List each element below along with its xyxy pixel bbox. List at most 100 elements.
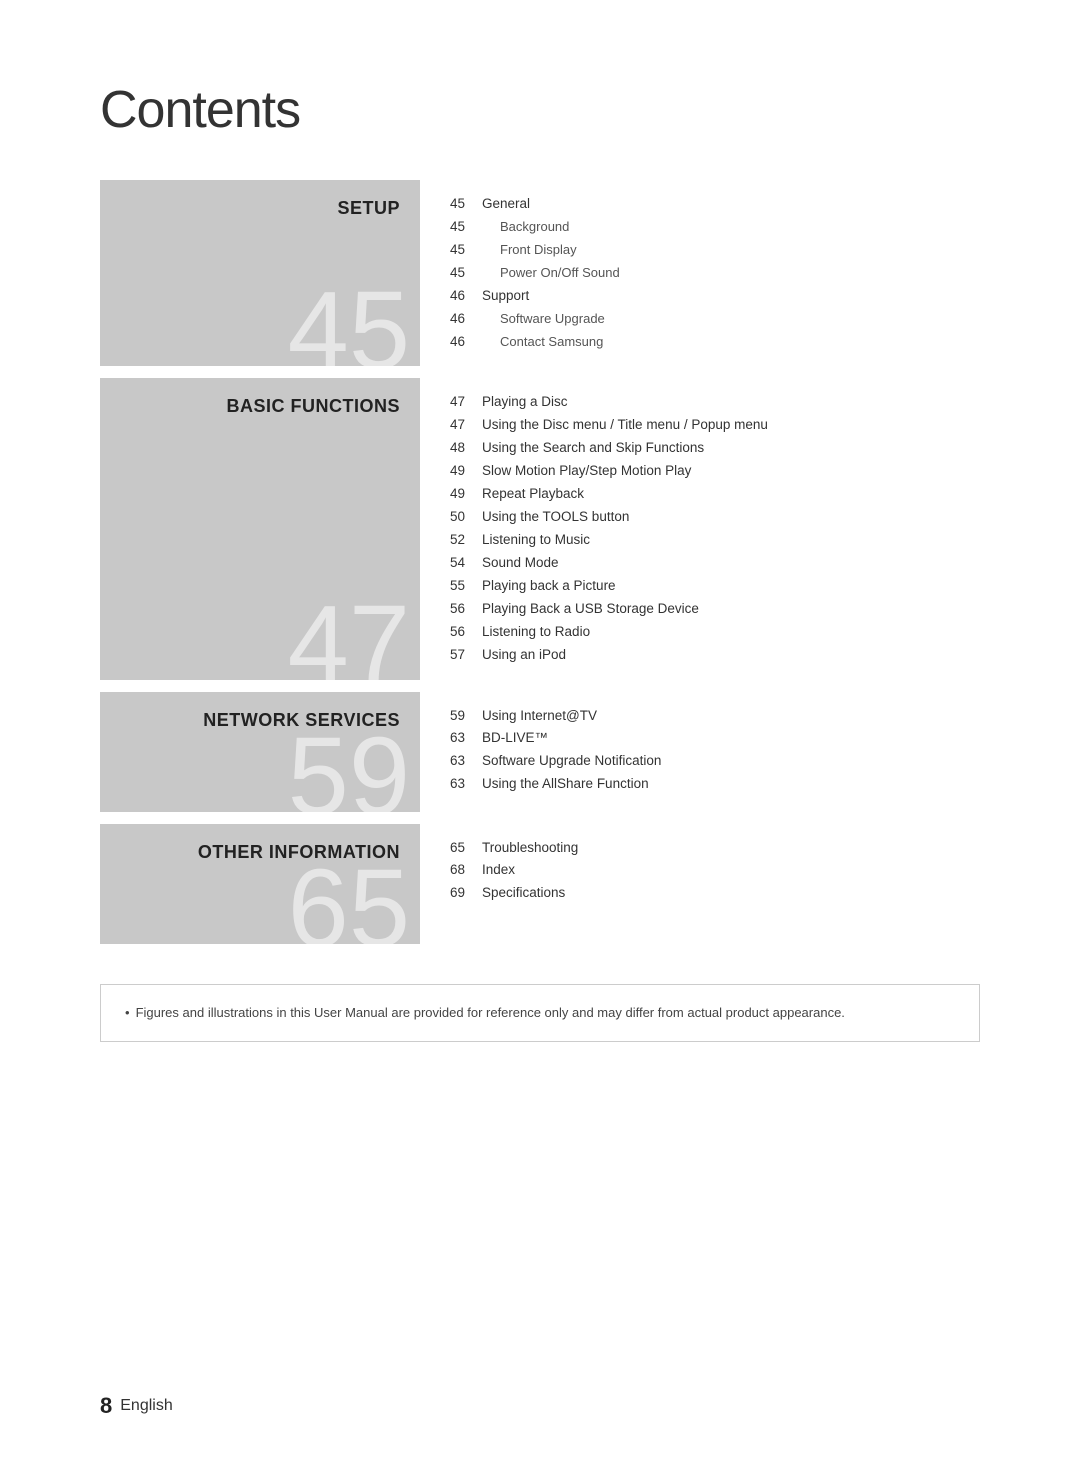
item-label: Using the Search and Skip Functions <box>482 438 980 459</box>
item-page-number: 59 <box>450 706 482 727</box>
section-label-network-services: NETWORK SERVICES59 <box>100 692 420 812</box>
item-page-number: 68 <box>450 860 482 881</box>
item-label: Repeat Playback <box>482 484 980 505</box>
item-label: Using an iPod <box>482 645 980 666</box>
item-label: Software Upgrade <box>482 309 980 330</box>
item-page-number: 50 <box>450 507 482 528</box>
item-label: BD-LIVE™ <box>482 728 980 749</box>
item-page-number: 63 <box>450 751 482 772</box>
section-title-other-information: OTHER INFORMATION <box>198 842 400 863</box>
list-item: 63BD-LIVE™ <box>450 728 980 749</box>
section-items-setup: 45General45Background45Front Display45Po… <box>420 180 980 366</box>
section-label-basic-functions: BASIC FUNCTIONS 47 <box>100 378 420 679</box>
item-label: Background <box>482 217 980 238</box>
list-item: 55Playing back a Picture <box>450 576 980 597</box>
footer: 8 English <box>100 1393 173 1419</box>
item-page-number: 47 <box>450 415 482 436</box>
section-row-basic-functions: BASIC FUNCTIONS4747Playing a Disc47Using… <box>100 378 980 679</box>
item-page-number: 69 <box>450 883 482 904</box>
item-label: Front Display <box>482 240 980 261</box>
list-item: 52Listening to Music <box>450 530 980 551</box>
item-label: Specifications <box>482 883 980 904</box>
list-item: 68Index <box>450 860 980 881</box>
item-label: Using the AllShare Function <box>482 774 980 795</box>
item-page-number: 55 <box>450 576 482 597</box>
item-page-number: 52 <box>450 530 482 551</box>
item-page-number: 49 <box>450 484 482 505</box>
list-item: 47Playing a Disc <box>450 392 980 413</box>
list-item: 54Sound Mode <box>450 553 980 574</box>
list-item: 49Slow Motion Play/Step Motion Play <box>450 461 980 482</box>
item-page-number: 54 <box>450 553 482 574</box>
item-page-number: 45 <box>450 217 482 238</box>
section-items-other-information: 65Troubleshooting68Index69Specifications <box>420 824 980 944</box>
item-label: Playing back a Picture <box>482 576 980 597</box>
item-label: Index <box>482 860 980 881</box>
list-item: 45Front Display <box>450 240 980 261</box>
section-title-network-services: NETWORK SERVICES <box>203 710 400 731</box>
list-item: 45General <box>450 194 980 215</box>
list-item: 49Repeat Playback <box>450 484 980 505</box>
section-label-other-information: OTHER INFORMATION65 <box>100 824 420 944</box>
note-bullet: • <box>125 1005 130 1020</box>
item-page-number: 63 <box>450 774 482 795</box>
section-row-setup: SETUP4545General45Background45Front Disp… <box>100 180 980 366</box>
item-page-number: 46 <box>450 332 482 353</box>
item-label: Troubleshooting <box>482 838 980 859</box>
list-item: 46Contact Samsung <box>450 332 980 353</box>
section-number-network-services: 59 <box>288 722 410 812</box>
item-page-number: 45 <box>450 263 482 284</box>
section-items-basic-functions: 47Playing a Disc47Using the Disc menu / … <box>420 378 980 679</box>
item-label: Using the Disc menu / Title menu / Popup… <box>482 415 980 436</box>
item-page-number: 56 <box>450 599 482 620</box>
item-label: Using the TOOLS button <box>482 507 980 528</box>
section-items-network-services: 59Using Internet@TV63BD-LIVE™63Software … <box>420 692 980 812</box>
item-page-number: 57 <box>450 645 482 666</box>
footer-language: English <box>120 1397 172 1415</box>
item-label: Contact Samsung <box>482 332 980 353</box>
list-item: 46Support <box>450 286 980 307</box>
list-item: 63Using the AllShare Function <box>450 774 980 795</box>
item-label: Using Internet@TV <box>482 706 980 727</box>
item-page-number: 49 <box>450 461 482 482</box>
item-page-number: 56 <box>450 622 482 643</box>
list-item: 57Using an iPod <box>450 645 980 666</box>
list-item: 47Using the Disc menu / Title menu / Pop… <box>450 415 980 436</box>
item-page-number: 46 <box>450 309 482 330</box>
item-label: Playing Back a USB Storage Device <box>482 599 980 620</box>
item-label: Listening to Music <box>482 530 980 551</box>
item-label: Slow Motion Play/Step Motion Play <box>482 461 980 482</box>
section-number-basic-functions: 47 <box>288 590 410 680</box>
section-number-setup: 45 <box>288 276 410 366</box>
section-row-network-services: NETWORK SERVICES5959Using Internet@TV63B… <box>100 692 980 812</box>
item-page-number: 45 <box>450 194 482 215</box>
list-item: 48Using the Search and Skip Functions <box>450 438 980 459</box>
list-item: 56Playing Back a USB Storage Device <box>450 599 980 620</box>
item-label: Listening to Radio <box>482 622 980 643</box>
page-title: Contents <box>100 80 980 140</box>
list-item: 69Specifications <box>450 883 980 904</box>
note-box: •Figures and illustrations in this User … <box>100 984 980 1043</box>
item-page-number: 45 <box>450 240 482 261</box>
item-label: General <box>482 194 980 215</box>
list-item: 59Using Internet@TV <box>450 706 980 727</box>
sections-container: SETUP4545General45Background45Front Disp… <box>100 180 980 944</box>
item-label: Power On/Off Sound <box>482 263 980 284</box>
section-row-other-information: OTHER INFORMATION6565Troubleshooting68In… <box>100 824 980 944</box>
item-page-number: 63 <box>450 728 482 749</box>
item-label: Sound Mode <box>482 553 980 574</box>
item-page-number: 65 <box>450 838 482 859</box>
page-container: Contents SETUP4545General45Background45F… <box>0 0 1080 1102</box>
item-label: Playing a Disc <box>482 392 980 413</box>
section-label-setup: SETUP 45 <box>100 180 420 366</box>
item-page-number: 47 <box>450 392 482 413</box>
list-item: 50Using the TOOLS button <box>450 507 980 528</box>
section-title-basic-functions: BASIC FUNCTIONS <box>227 396 401 417</box>
section-number-other-information: 65 <box>288 854 410 944</box>
list-item: 65Troubleshooting <box>450 838 980 859</box>
item-label: Support <box>482 286 980 307</box>
item-label: Software Upgrade Notification <box>482 751 980 772</box>
section-title-setup: SETUP <box>337 198 400 219</box>
list-item: 46Software Upgrade <box>450 309 980 330</box>
footer-page-number: 8 <box>100 1393 112 1419</box>
